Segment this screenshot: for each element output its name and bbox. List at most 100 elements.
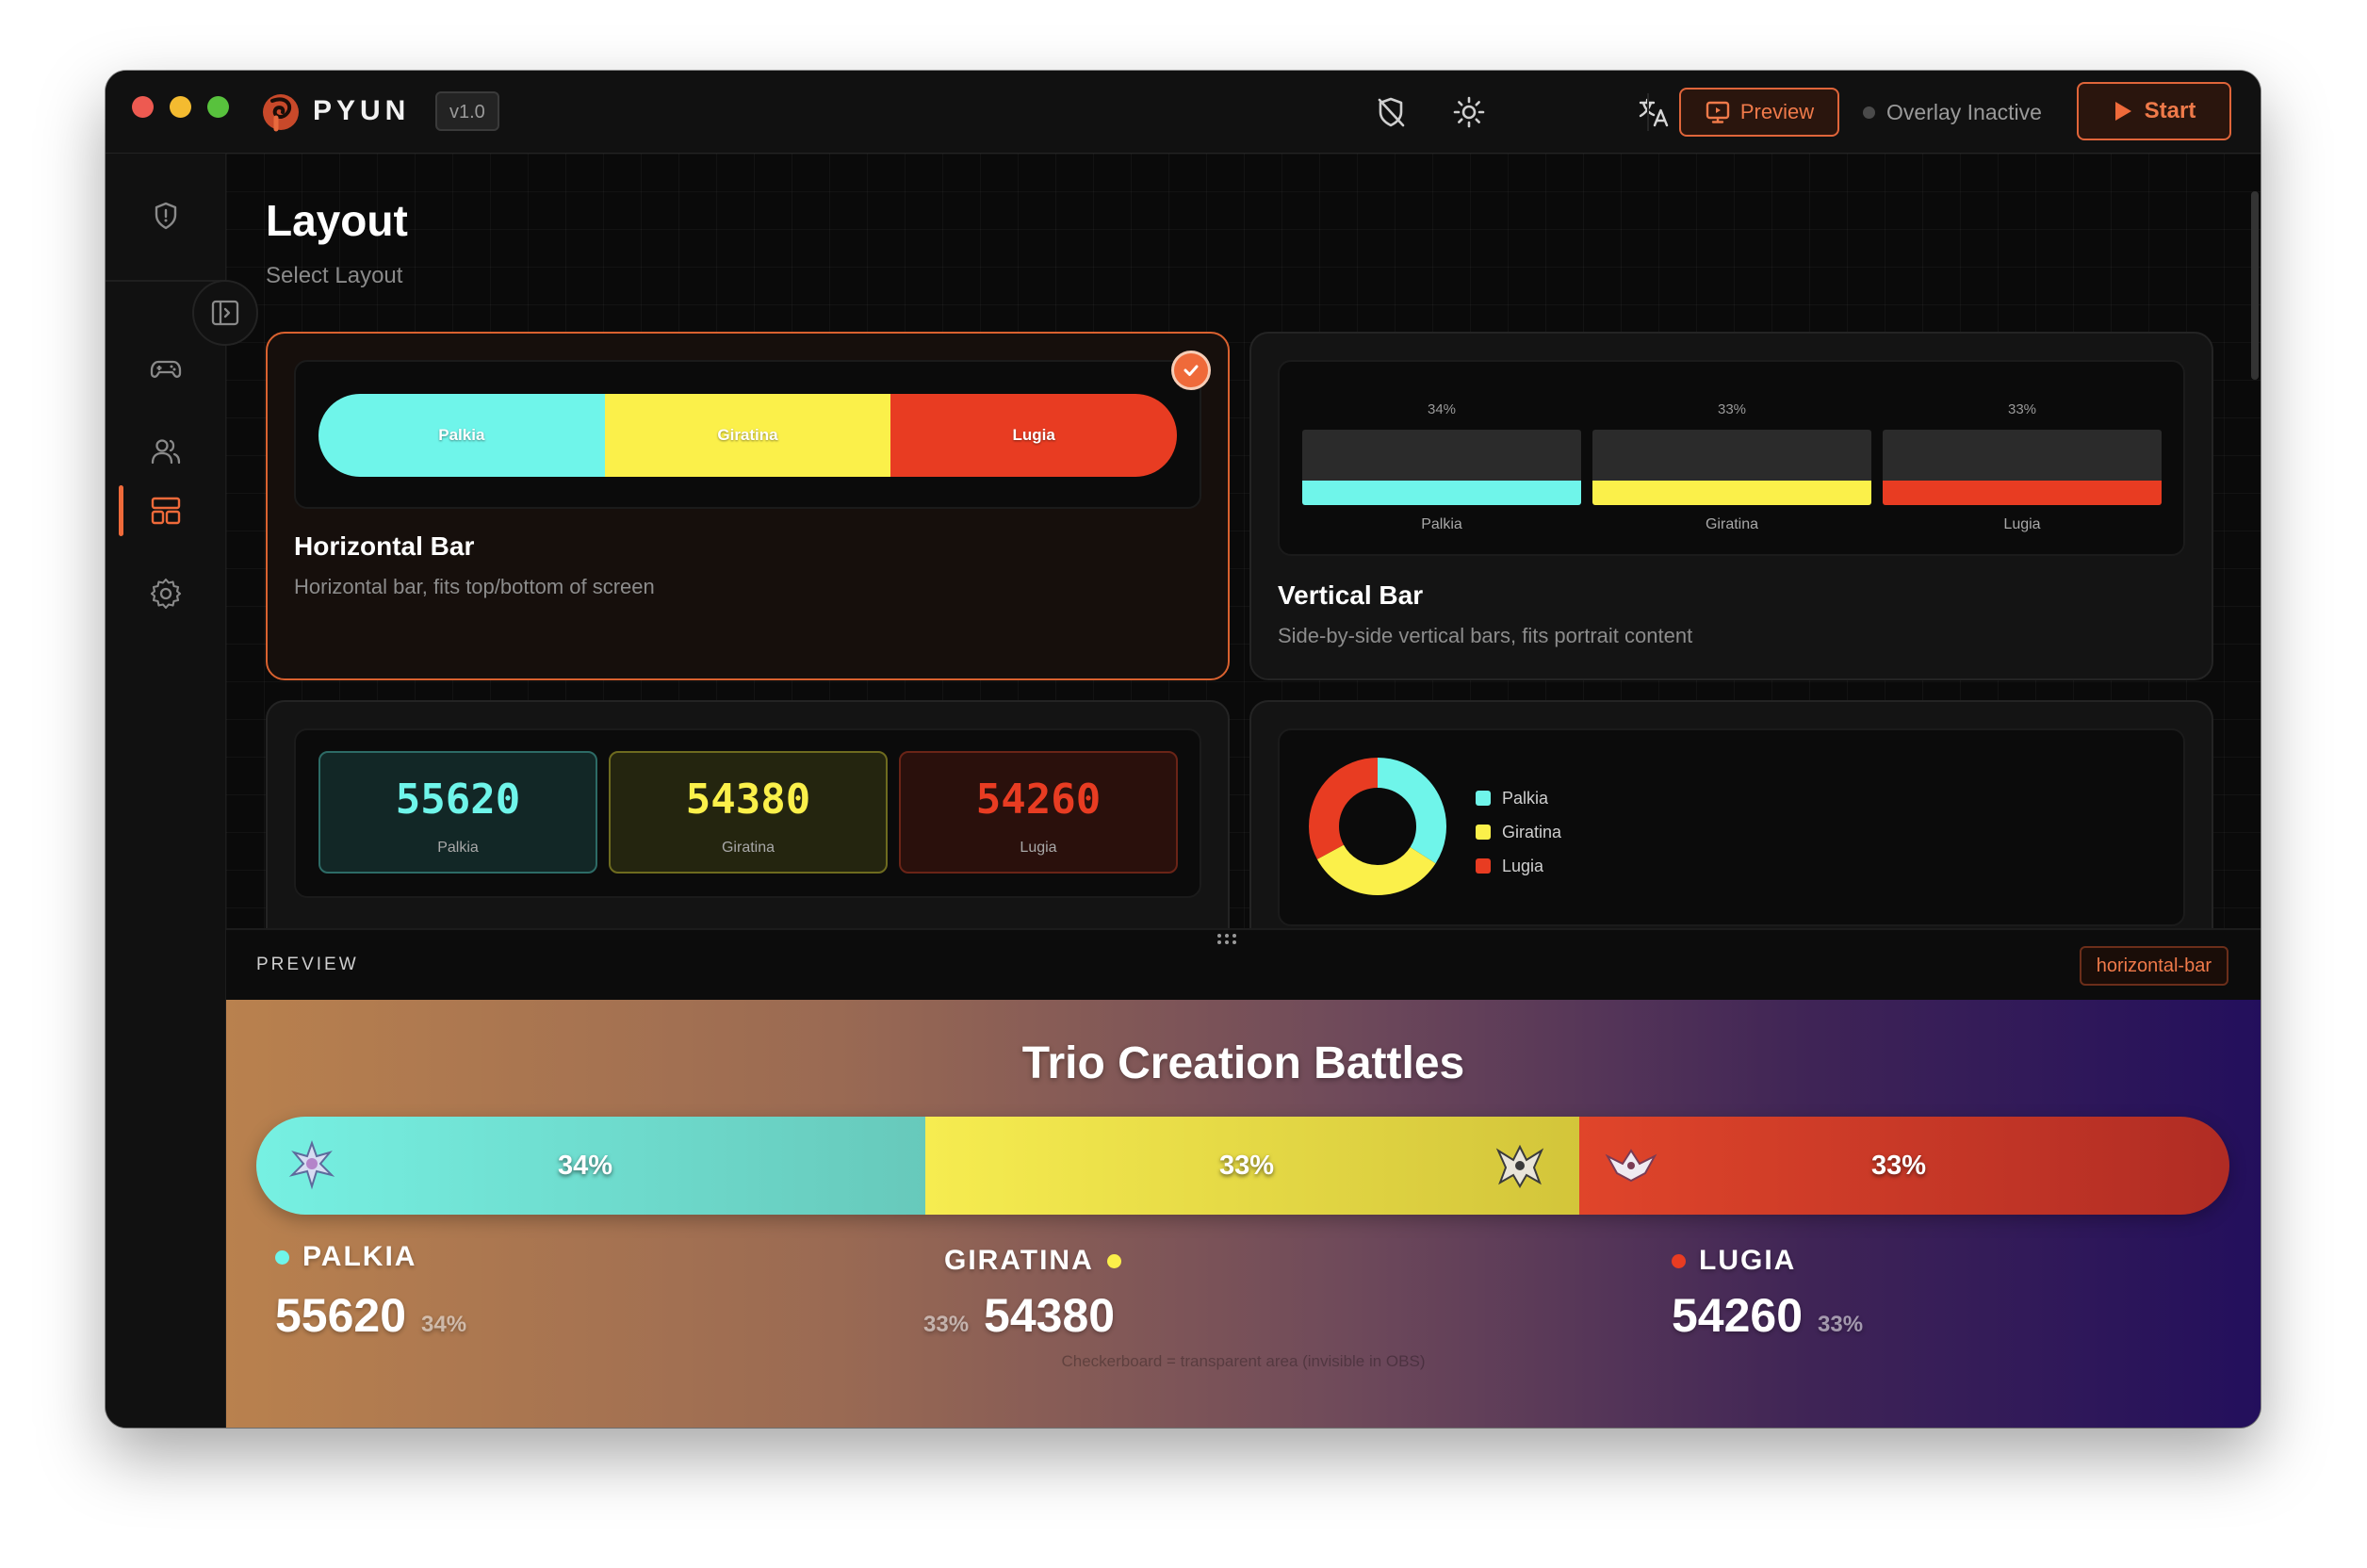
app-name: PYUN	[313, 95, 411, 126]
number-value: 55620	[395, 776, 521, 824]
status-text: Overlay Inactive	[1886, 99, 2042, 124]
sidebar-active-indicator	[119, 485, 123, 536]
preview-button-label: Preview	[1739, 100, 1815, 123]
team-name-lugia: LUGIA	[1672, 1245, 1796, 1277]
sidebar	[106, 154, 226, 1428]
team-score-giratina: 33% 54380	[923, 1288, 1115, 1343]
transparency-hint: Checkerboard = transparent area (invisib…	[1061, 1352, 1426, 1370]
number-label: Lugia	[1020, 840, 1057, 856]
numbers-thumbnail: 55620 Palkia 54380 Giratina 54260 Lugia	[294, 728, 1201, 898]
gamepad-icon	[150, 360, 182, 378]
legend-item: Giratina	[1476, 815, 1561, 849]
play-icon	[2114, 102, 2131, 121]
battle-segment-palkia: 34%	[256, 1117, 925, 1215]
team-color-dot	[275, 1250, 289, 1265]
sidebar-item-settings[interactable]	[143, 571, 188, 616]
team-score-percent: 33%	[923, 1312, 970, 1337]
team-score-value: 55620	[275, 1289, 407, 1342]
sample-segment-giratina: Giratina	[604, 394, 891, 477]
layout-card-horizontal-bar[interactable]: Palkia Giratina Lugia Horizontal Bar Hor…	[266, 332, 1230, 680]
giratina-sprite-icon	[1495, 1144, 1544, 1188]
users-icon	[151, 439, 181, 465]
app-logo-icon	[263, 94, 299, 132]
number-value: 54380	[685, 776, 811, 824]
maximize-window-button[interactable]	[207, 96, 229, 118]
number-box-lugia: 54260 Lugia	[899, 751, 1178, 874]
battle-segment-lugia: 33%	[1579, 1117, 2229, 1215]
resize-handle-icon[interactable]	[1216, 932, 1238, 945]
layout-tag: horizontal-bar	[2079, 946, 2228, 986]
scrollbar-thumb[interactable]	[2251, 191, 2259, 380]
team-score-percent: 34%	[421, 1312, 467, 1337]
lugia-sprite-icon	[1605, 1149, 1657, 1183]
number-box-giratina: 54380 Giratina	[609, 751, 888, 874]
sample-column-percent: 33%	[2007, 401, 2037, 417]
donut-thumbnail: Palkia Giratina Lugia	[1278, 728, 2185, 926]
layout-card-title: Vertical Bar	[1278, 580, 1424, 610]
horizontal-bar-thumbnail: Palkia Giratina Lugia	[294, 360, 1201, 509]
sidebar-item-layout[interactable]	[143, 488, 188, 533]
page-subtitle: Select Layout	[266, 263, 403, 288]
translate-icon	[1639, 98, 1669, 127]
number-label: Palkia	[437, 840, 479, 856]
donut-legend: Palkia Giratina Lugia	[1476, 781, 1561, 883]
page-title: Layout	[266, 196, 408, 245]
minimize-window-button[interactable]	[170, 96, 191, 118]
shield-off-icon[interactable]	[1372, 93, 1410, 131]
battle-percent: 33%	[1219, 1151, 1275, 1181]
legend-item: Palkia	[1476, 781, 1561, 815]
layout-icon	[151, 497, 181, 525]
team-score-palkia: 55620 34%	[275, 1288, 466, 1343]
title-bar: PYUN v1.0 EN	[106, 71, 2261, 154]
gear-icon	[150, 578, 182, 610]
sample-column-giratina: 33% Giratina	[1592, 362, 1871, 550]
team-score-lugia: 54260 33%	[1672, 1288, 1863, 1343]
number-value: 54260	[975, 776, 1102, 824]
sample-segment-palkia: Palkia	[318, 394, 605, 477]
donut-chart	[1309, 758, 1446, 895]
selected-check-icon	[1171, 351, 1211, 390]
battle-bar: 34% 33% 33%	[256, 1117, 2229, 1215]
preview-stage: Trio Creation Battles 34% 33% 33% PALKIA…	[226, 1000, 2261, 1428]
number-box-palkia: 55620 Palkia	[318, 751, 597, 874]
status-indicator	[1863, 106, 1875, 119]
preview-button[interactable]: Preview	[1679, 88, 1839, 137]
number-label: Giratina	[721, 840, 775, 856]
layout-card-title: Horizontal Bar	[294, 531, 475, 561]
app-window: PYUN v1.0 EN	[106, 71, 2261, 1428]
sun-icon[interactable]	[1450, 93, 1488, 131]
team-score-value: 54260	[1672, 1289, 1804, 1342]
preview-header: PREVIEW horizontal-bar	[226, 928, 2261, 1000]
start-button-label: Start	[2144, 98, 2196, 123]
battle-percent: 33%	[1871, 1151, 1927, 1181]
battle-segment-giratina: 33%	[925, 1117, 1579, 1215]
sidebar-item-game[interactable]	[143, 346, 188, 391]
layout-card-description: Horizontal bar, fits top/bottom of scree…	[294, 575, 655, 598]
vertical-bar-thumbnail: 34% Palkia 33% Giratina 33% Lugia	[1278, 360, 2185, 556]
legend-item: Lugia	[1476, 849, 1561, 883]
overlay-status: Overlay Inactive	[1863, 91, 2042, 133]
monitor-play-icon	[1706, 101, 1730, 123]
horizontal-bar-sample: Palkia Giratina Lugia	[318, 394, 1177, 477]
layout-card-vertical-bar[interactable]: 34% Palkia 33% Giratina 33% Lugia Vertic…	[1249, 332, 2213, 680]
sample-column-label: Lugia	[2003, 516, 2041, 532]
team-score-percent: 33%	[1818, 1312, 1864, 1337]
sidebar-item-security[interactable]	[143, 193, 188, 238]
sample-column-lugia: 33% Lugia	[1883, 362, 2162, 550]
version-badge: v1.0	[435, 91, 499, 131]
sidebar-divider	[106, 280, 226, 282]
team-name-giratina: GIRATINA	[944, 1245, 1121, 1277]
layout-settings-panel: Layout Select Layout Palkia Giratina Lug…	[226, 154, 2261, 1000]
sidebar-panel-icon	[211, 300, 239, 326]
sidebar-item-users[interactable]	[143, 429, 188, 474]
battle-title: Trio Creation Battles	[1021, 1038, 1465, 1088]
toolbar-divider	[1647, 93, 1649, 131]
close-window-button[interactable]	[132, 96, 154, 118]
battle-percent: 34%	[558, 1151, 613, 1181]
shield-icon	[155, 202, 177, 230]
start-button[interactable]: Start	[2077, 82, 2231, 140]
sidebar-toggle-button[interactable]	[192, 280, 258, 346]
sample-column-percent: 33%	[1717, 401, 1747, 417]
team-name-palkia: PALKIA	[275, 1241, 416, 1273]
preview-section-label: PREVIEW	[256, 955, 359, 974]
